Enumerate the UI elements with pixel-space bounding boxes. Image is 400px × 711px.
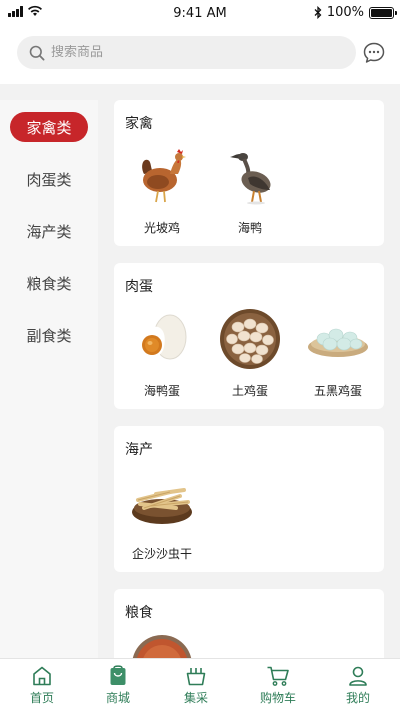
sidebar-item-nonstaple[interactable]: 副食类	[10, 320, 88, 350]
tab-label: 购物车	[259, 691, 296, 705]
tab-mine[interactable]: 我的	[328, 665, 388, 706]
tab-label: 商城	[105, 691, 130, 705]
search-box[interactable]	[17, 36, 356, 69]
tab-label: 首页	[29, 691, 54, 705]
section-card-seafood: 海产 企沙沙虫干	[114, 426, 384, 572]
section-title: 粮食	[125, 605, 153, 621]
chicken-image	[142, 149, 186, 203]
salted-egg-image	[140, 314, 187, 360]
grain-bowl-image	[132, 635, 192, 658]
home-icon	[33, 666, 51, 686]
section-title: 海产	[125, 442, 153, 458]
green-egg-image	[308, 328, 368, 357]
product-item[interactable]	[122, 633, 202, 658]
bottom-tab-bar: 首页 商城 集采 购物车 我的	[0, 658, 400, 711]
tab-cart[interactable]: 购物车	[248, 665, 308, 706]
basket-icon	[186, 668, 206, 686]
tab-mall[interactable]: 商城	[88, 665, 148, 706]
product-item[interactable]: 企沙沙虫干	[122, 470, 202, 562]
bluetooth-icon	[314, 6, 322, 19]
tab-home[interactable]: 首页	[12, 665, 72, 706]
product-name: 企沙沙虫干	[131, 547, 192, 561]
search-input[interactable]	[51, 45, 311, 60]
tab-label: 我的	[345, 691, 370, 705]
product-name: 土鸡蛋	[231, 384, 268, 398]
dried-sandworm-image	[132, 488, 192, 524]
category-sidebar: 家禽类 肉蛋类 海产类 粮食类 副食类	[0, 100, 98, 658]
product-name: 海鸭	[237, 221, 262, 235]
status-bar: 9:41 AM 100%	[0, 0, 400, 26]
product-item[interactable]: 海鸭蛋	[122, 307, 202, 399]
section-title: 家禽	[125, 116, 153, 132]
product-item[interactable]: 海鸭	[210, 144, 290, 236]
product-name: 海鸭蛋	[143, 384, 180, 398]
section-card-grain: 粮食	[114, 589, 384, 658]
user-icon	[349, 666, 367, 686]
egg-basket-image	[220, 309, 280, 369]
sidebar-item-grain[interactable]: 粮食类	[10, 268, 88, 298]
product-item[interactable]: 五黑鸡蛋	[298, 307, 378, 399]
battery-percent: 100%	[326, 5, 364, 20]
tab-label: 集采	[183, 691, 208, 705]
sidebar-item-seafood[interactable]: 海产类	[10, 216, 88, 246]
battery-icon	[369, 6, 397, 19]
section-card-poultry: 家禽 光坡鸡 海鸭	[114, 100, 384, 246]
message-icon[interactable]	[362, 41, 386, 65]
tab-group-buy[interactable]: 集采	[166, 665, 226, 706]
search-row	[0, 36, 400, 70]
section-title: 肉蛋	[125, 279, 153, 295]
sidebar-item-poultry[interactable]: 家禽类	[10, 112, 88, 142]
section-card-meat-eggs: 肉蛋 海鸭蛋 土鸡蛋 五黑鸡蛋	[114, 263, 384, 409]
sidebar-item-meat-eggs[interactable]: 肉蛋类	[10, 164, 88, 194]
product-name: 光坡鸡	[143, 221, 180, 235]
cart-icon	[267, 666, 289, 686]
product-name: 五黑鸡蛋	[313, 384, 362, 398]
duck-image	[230, 153, 271, 205]
product-item[interactable]: 土鸡蛋	[210, 307, 290, 399]
product-item[interactable]: 光坡鸡	[122, 144, 202, 236]
search-icon	[29, 45, 45, 61]
shopping-bag-icon	[110, 665, 126, 685]
status-right: 100%	[314, 5, 397, 20]
